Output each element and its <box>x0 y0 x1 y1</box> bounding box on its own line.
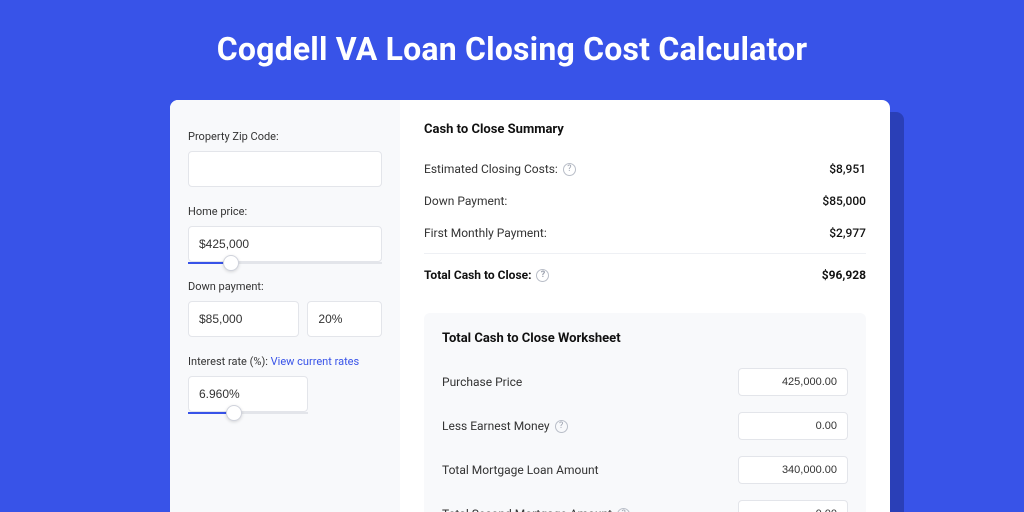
summary-row-down-payment: Down Payment: $85,000 <box>424 185 866 217</box>
worksheet-purchase-price-input[interactable] <box>738 368 848 396</box>
worksheet-row-label: Purchase Price <box>442 375 522 389</box>
summary-row-value: $8,951 <box>829 162 866 176</box>
zip-field-group: Property Zip Code: <box>188 130 382 187</box>
interest-input[interactable] <box>188 376 308 412</box>
view-current-rates-link[interactable]: View current rates <box>271 355 360 368</box>
down-payment-field-group: Down payment: <box>188 280 382 337</box>
worksheet-second-mortgage-input[interactable] <box>738 500 848 512</box>
summary-row-first-monthly: First Monthly Payment: $2,977 <box>424 217 866 249</box>
home-price-field-group: Home price: <box>188 205 382 262</box>
down-payment-dual <box>188 301 382 337</box>
worksheet-row-earnest-money: Less Earnest Money ? <box>442 404 848 448</box>
summary-row-label: Down Payment: <box>424 194 507 208</box>
interest-slider-wrap <box>188 376 308 412</box>
worksheet-row-label: Total Second Mortgage Amount <box>442 507 612 512</box>
down-payment-label: Down payment: <box>188 280 382 293</box>
help-icon[interactable]: ? <box>536 269 549 282</box>
summary-row-closing-costs: Estimated Closing Costs: ? $8,951 <box>424 153 866 185</box>
worksheet-earnest-money-input[interactable] <box>738 412 848 440</box>
worksheet-title: Total Cash to Close Worksheet <box>442 331 848 346</box>
summary-row-total: Total Cash to Close: ? $96,928 <box>424 253 866 291</box>
interest-field-group: Interest rate (%): View current rates <box>188 355 382 412</box>
worksheet-row-label: Total Mortgage Loan Amount <box>442 463 599 477</box>
summary-row-value: $2,977 <box>829 226 866 240</box>
interest-label: Interest rate (%): View current rates <box>188 355 382 368</box>
worksheet-row-mortgage-amount: Total Mortgage Loan Amount <box>442 448 848 492</box>
summary-title: Cash to Close Summary <box>424 122 866 137</box>
results-panel: Cash to Close Summary Estimated Closing … <box>400 100 890 512</box>
page-title: Cogdell VA Loan Closing Cost Calculator <box>0 0 1024 94</box>
worksheet-row-second-mortgage: Total Second Mortgage Amount ? <box>442 492 848 512</box>
summary-total-value: $96,928 <box>822 268 866 282</box>
down-payment-amount-input[interactable] <box>188 301 299 337</box>
home-price-slider-wrap <box>188 226 382 262</box>
help-icon[interactable]: ? <box>555 420 568 433</box>
worksheet-row-label: Less Earnest Money <box>442 419 550 433</box>
zip-label: Property Zip Code: <box>188 130 382 143</box>
zip-input[interactable] <box>188 151 382 187</box>
interest-label-prefix: Interest rate (%): <box>188 355 271 368</box>
down-payment-percent-input[interactable] <box>307 301 382 337</box>
calculator-card: Property Zip Code: Home price: Down paym… <box>170 100 890 512</box>
home-price-slider-thumb[interactable] <box>223 255 239 271</box>
summary-row-label: Estimated Closing Costs: <box>424 162 558 176</box>
summary-total-label: Total Cash to Close: <box>424 268 531 282</box>
help-icon[interactable]: ? <box>617 508 630 512</box>
summary-row-value: $85,000 <box>822 194 866 208</box>
summary-row-label: First Monthly Payment: <box>424 226 547 240</box>
home-price-label: Home price: <box>188 205 382 218</box>
inputs-panel: Property Zip Code: Home price: Down paym… <box>170 100 400 512</box>
worksheet-box: Total Cash to Close Worksheet Purchase P… <box>424 313 866 512</box>
interest-slider-thumb[interactable] <box>226 405 242 421</box>
worksheet-row-purchase-price: Purchase Price <box>442 360 848 404</box>
help-icon[interactable]: ? <box>563 163 576 176</box>
worksheet-mortgage-amount-input[interactable] <box>738 456 848 484</box>
home-price-input[interactable] <box>188 226 382 262</box>
